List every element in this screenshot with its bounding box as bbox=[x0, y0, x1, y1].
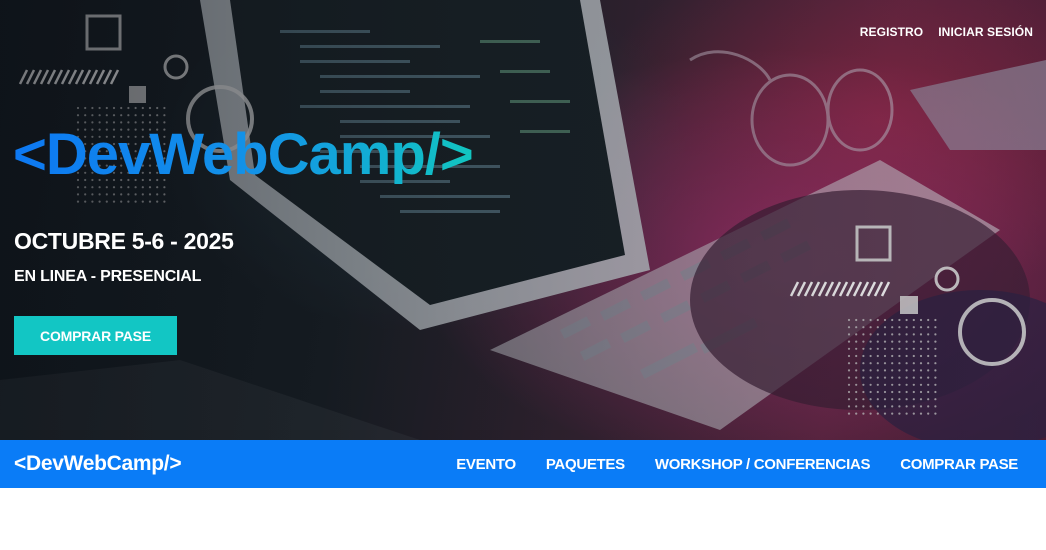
navbar-logo[interactable]: <DevWebCamp/> bbox=[14, 452, 182, 476]
nav-link-comprar-pase[interactable]: COMPRAR PASE bbox=[900, 456, 1018, 473]
buy-pass-button[interactable]: COMPRAR PASE bbox=[14, 316, 177, 355]
auth-links: REGISTRO INICIAR SESIÓN bbox=[860, 25, 1033, 39]
main-navbar: <DevWebCamp/> EVENTO PAQUETES WORKSHOP /… bbox=[0, 440, 1046, 488]
content-area bbox=[0, 488, 1046, 550]
event-mode: EN LINEA - PRESENCIAL bbox=[14, 268, 202, 285]
hero-section: REGISTRO INICIAR SESIÓN <DevWebCamp/> OC… bbox=[0, 0, 1046, 440]
nav-link-evento[interactable]: EVENTO bbox=[456, 456, 516, 473]
register-link[interactable]: REGISTRO bbox=[860, 25, 923, 39]
nav-link-workshop-conferencias[interactable]: WORKSHOP / CONFERENCIAS bbox=[655, 456, 871, 473]
nav-link-paquetes[interactable]: PAQUETES bbox=[546, 456, 625, 473]
hero-logo[interactable]: <DevWebCamp/> bbox=[13, 126, 474, 184]
login-link[interactable]: INICIAR SESIÓN bbox=[938, 25, 1033, 39]
event-date: OCTUBRE 5-6 - 2025 bbox=[14, 228, 234, 254]
navbar-links: EVENTO PAQUETES WORKSHOP / CONFERENCIAS … bbox=[456, 456, 1032, 473]
hero-overlay bbox=[0, 0, 1046, 440]
